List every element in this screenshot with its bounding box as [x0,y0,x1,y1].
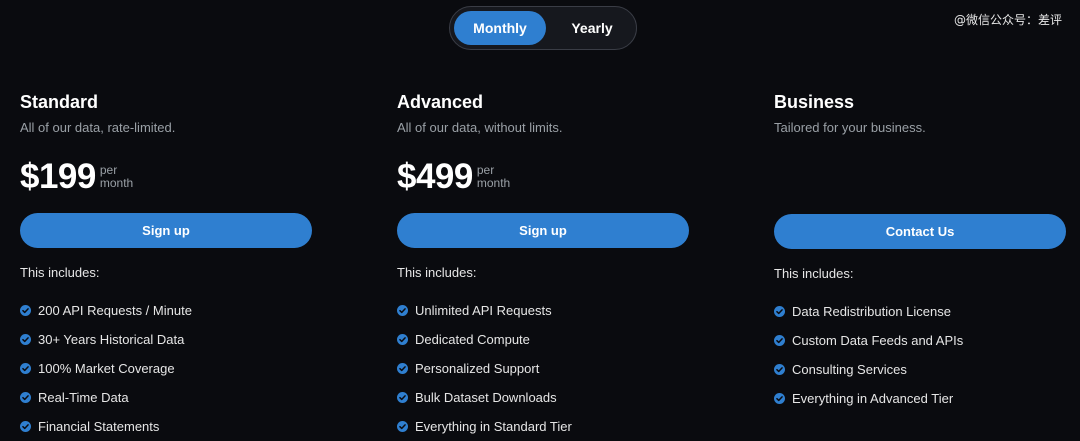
plan-name: Business [774,92,855,112]
plan-name: Advanced [397,92,484,112]
feature-text: Data Redistribution License [792,304,951,319]
plan-description: Tailored for your business. [774,120,926,135]
check-circle-icon [774,364,785,375]
feature-text: Custom Data Feeds and APIs [792,333,964,348]
sign-up-button[interactable]: Sign up [20,213,312,248]
plan-standard: Standard All of our data, rate-limited. … [20,92,312,441]
check-circle-icon [774,393,785,404]
feature-text: 200 API Requests / Minute [38,303,192,318]
feature-item: Real-Time Data [20,383,312,412]
feature-item: Bulk Dataset Downloads [397,383,689,412]
feature-item: 30+ Years Historical Data [20,325,312,354]
check-circle-icon [20,392,31,403]
feature-item: Everything in Advanced Tier [774,384,1066,413]
plan-business: Business Tailored for your business. Con… [774,92,1066,413]
feature-item: 200 API Requests / Minute [20,296,312,325]
watermark: @微信公众号：差评 [953,13,1062,27]
check-circle-icon [397,334,408,345]
toggle-yearly[interactable]: Yearly [548,11,636,45]
contact-us-button[interactable]: Contact Us [774,214,1066,249]
price-row: $199 per month [20,158,312,196]
check-circle-icon [20,363,31,374]
feature-text: Unlimited API Requests [415,303,552,318]
check-circle-icon [20,305,31,316]
feature-text: 100% Market Coverage [38,361,175,376]
price-period: per month [100,164,133,189]
feature-item: Financial Statements [20,412,312,441]
price-period: per month [477,164,510,189]
includes-label: This includes: [397,265,477,280]
feature-list: Unlimited API Requests Dedicated Compute… [397,296,689,441]
feature-item: Personalized Support [397,354,689,383]
feature-list: Data Redistribution License Custom Data … [774,297,1066,413]
plan-name: Standard [20,92,99,112]
feature-text: Dedicated Compute [415,332,530,347]
plan-price: $199 [20,157,96,196]
plan-description: All of our data, without limits. [397,120,563,135]
feature-item: Consulting Services [774,355,1066,384]
feature-item: Custom Data Feeds and APIs [774,326,1066,355]
check-circle-icon [397,392,408,403]
includes-label: This includes: [774,266,854,281]
price-period-top: per [476,163,495,177]
check-circle-icon [397,305,408,316]
check-circle-icon [397,363,408,374]
feature-item: Data Redistribution License [774,297,1066,326]
plan-price: $499 [397,157,473,196]
feature-text: Financial Statements [38,419,160,434]
feature-text: Consulting Services [792,362,907,377]
check-circle-icon [20,334,31,345]
plan-description: All of our data, rate-limited. [20,120,176,135]
plan-advanced: Advanced All of our data, without limits… [397,92,689,441]
feature-item: 100% Market Coverage [20,354,312,383]
check-circle-icon [397,421,408,432]
price-period-bottom: month [476,175,511,190]
check-circle-icon [20,421,31,432]
feature-item: Unlimited API Requests [397,296,689,325]
includes-label: This includes: [20,265,100,280]
feature-text: Everything in Advanced Tier [792,391,954,406]
billing-toggle[interactable]: Monthly Yearly [449,6,637,50]
check-circle-icon [774,306,785,317]
feature-text: 30+ Years Historical Data [38,332,185,347]
feature-text: Everything in Standard Tier [415,419,572,434]
feature-item: Everything in Standard Tier [397,412,689,441]
feature-text: Personalized Support [415,361,540,376]
feature-text: Real-Time Data [38,390,129,405]
price-period-bottom: month [99,175,134,190]
feature-list: 200 API Requests / Minute 30+ Years Hist… [20,296,312,441]
price-period-top: per [99,163,118,177]
feature-item: Dedicated Compute [397,325,689,354]
price-row: $499 per month [397,158,689,196]
check-circle-icon [774,335,785,346]
toggle-monthly[interactable]: Monthly [454,11,546,45]
feature-text: Bulk Dataset Downloads [415,390,557,405]
sign-up-button[interactable]: Sign up [397,213,689,248]
